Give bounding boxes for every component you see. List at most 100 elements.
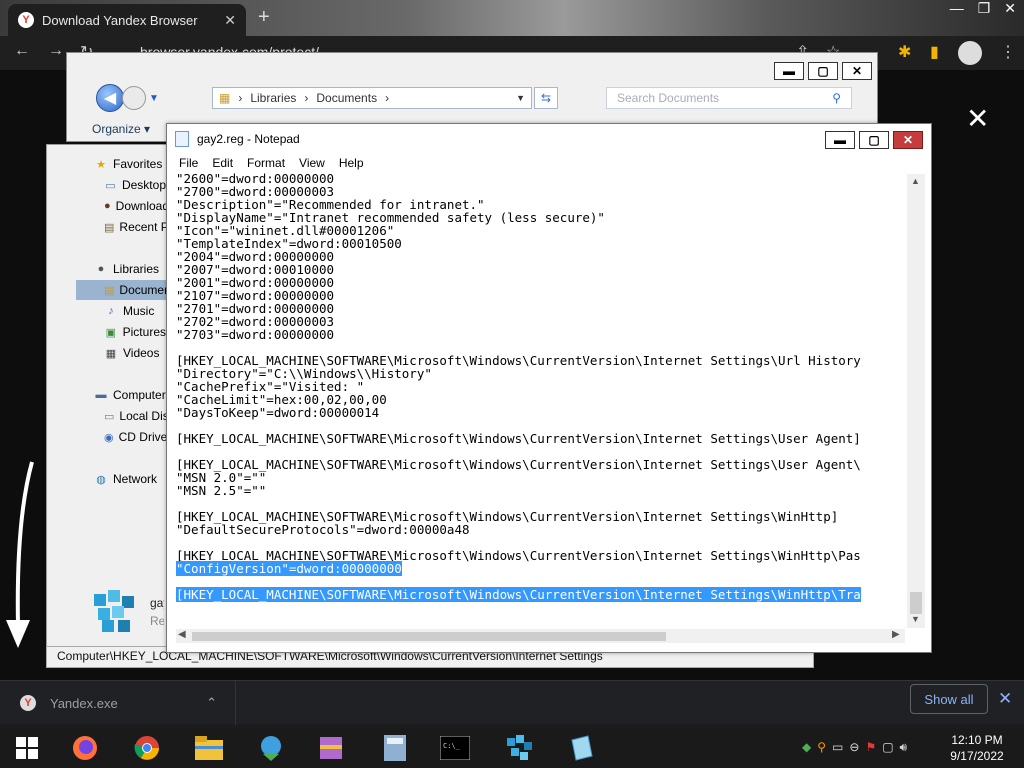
notepad-text-area[interactable]: "2600"=dword:00000000 "2700"=dword:000000… (176, 172, 906, 634)
chrome-icon[interactable] (132, 734, 162, 762)
close-shelf-icon[interactable]: ✕ (998, 689, 1012, 709)
nav-documents[interactable]: ▤ Documents (104, 283, 166, 297)
pictures-icon: ▣ (105, 326, 117, 339)
calculator-icon[interactable] (380, 734, 410, 762)
download-filename: Yandex.exe (50, 695, 118, 711)
scroll-right-icon[interactable]: ▶ (892, 629, 900, 640)
maximize-button[interactable]: ▢ (859, 131, 889, 149)
volume-icon[interactable]: 🔊︎ (900, 740, 908, 755)
idm-tray-icon[interactable]: ◆ (802, 740, 811, 755)
new-tab-icon[interactable]: + (258, 6, 270, 29)
organize-button[interactable]: Organize ▾ (92, 122, 150, 136)
search-tray-icon[interactable]: ⚲ (817, 740, 826, 755)
explorer-window-controls: ▬ ▢ ✕ (774, 62, 872, 80)
maximize-button[interactable]: ▢ (808, 62, 838, 80)
nav-music[interactable]: ♪ Music (104, 304, 166, 318)
taskbar-clock[interactable]: 12:10 PM 9/17/2022 (942, 732, 1012, 764)
scroll-down-icon[interactable]: ▼ (911, 614, 920, 624)
scroll-left-icon[interactable]: ◀ (178, 629, 186, 640)
explorer-nav-buttons: ◀ ▼ (96, 84, 159, 112)
close-tab-icon[interactable]: ✕ (224, 12, 236, 29)
nav-videos[interactable]: ▦ Videos (104, 346, 166, 360)
windows-start-icon[interactable] (12, 734, 42, 762)
back-arrow-icon[interactable]: ◀ (96, 84, 124, 112)
folder-icon: ▦ (219, 91, 231, 105)
internet-download-manager-icon[interactable] (256, 734, 286, 762)
menu-view[interactable]: View (299, 156, 325, 170)
explorer-search-input[interactable]: Search Documents ⚲ (606, 87, 852, 109)
file-explorer-icon[interactable] (194, 734, 224, 762)
menu-file[interactable]: File (179, 156, 198, 170)
extensions-icon[interactable]: ✱ (898, 42, 911, 62)
address-dropdown-icon[interactable]: ▼ (516, 93, 525, 103)
nav-local-disk[interactable]: ▭ Local Disk (104, 409, 166, 423)
profile-avatar[interactable] (958, 41, 982, 65)
maximize-icon[interactable]: ❐ (978, 0, 991, 17)
winrar-icon[interactable] (316, 734, 346, 762)
nav-cd-drive[interactable]: ◉ CD Drive (104, 430, 166, 444)
cd-drive-icon: ◉ (104, 431, 114, 444)
star-icon: ★ (96, 158, 106, 171)
menu-format[interactable]: Format (247, 156, 285, 170)
nav-music-label: Music (123, 304, 155, 318)
overlay-close-icon[interactable]: ✕ (966, 102, 989, 135)
flag-tray-icon[interactable]: ⚑ (865, 740, 876, 755)
vertical-scroll-thumb[interactable] (910, 592, 922, 614)
network-tray-icon[interactable]: ▭ (832, 740, 843, 755)
minimize-button[interactable]: ▬ (825, 131, 855, 149)
menu-edit[interactable]: Edit (212, 156, 233, 170)
nav-libraries[interactable]: ● Libraries (94, 262, 159, 276)
minimize-button[interactable]: ▬ (774, 62, 804, 80)
notification-tray-icon[interactable]: ⊖ (849, 740, 859, 755)
forward-arrow-icon[interactable] (122, 86, 146, 110)
refresh-icon[interactable]: ⇆ (534, 87, 558, 109)
command-prompt-icon[interactable]: C:\_ (440, 734, 470, 762)
close-button[interactable]: ✕ (893, 131, 923, 149)
nav-favorites[interactable]: ★ Favorites (94, 157, 162, 171)
nav-computer[interactable]: ▬ Computer (94, 388, 166, 402)
download-item[interactable]: Y Yandex.exe ⌃ (0, 681, 236, 725)
explorer-address-bar[interactable]: ▦ › Libraries › Documents › ▼ (212, 87, 532, 109)
close-button[interactable]: ✕ (842, 62, 872, 80)
horizontal-scrollbar[interactable]: ◀ ▶ (176, 629, 905, 643)
menu-help[interactable]: Help (339, 156, 364, 170)
show-all-button[interactable]: Show all (910, 684, 988, 714)
breadcrumb-sep-icon: › (385, 91, 390, 105)
vertical-scrollbar[interactable]: ▲ ▼ (907, 174, 925, 628)
browser-tab[interactable]: Y Download Yandex Browser ✕ (8, 4, 246, 36)
nav-network[interactable]: ◍ Network (94, 472, 157, 486)
registry-editor-icon[interactable] (504, 734, 534, 762)
nav-downloads[interactable]: ● Downloads (104, 199, 166, 213)
menu-icon[interactable]: ⋮ (1000, 42, 1016, 62)
history-dropdown-icon[interactable]: ▼ (149, 93, 159, 104)
text-line: [HKEY_LOCAL_MACHINE\SOFTWARE\Microsoft\W… (176, 457, 861, 472)
horizontal-scroll-thumb[interactable] (192, 632, 666, 641)
recent-places-icon: ▤ (104, 221, 115, 234)
close-icon[interactable]: ✕ (1004, 0, 1016, 17)
notepad-menu-bar: File Edit Format View Help (167, 154, 931, 172)
search-icon[interactable]: ⚲ (832, 91, 841, 105)
downloads-icon: ● (104, 200, 111, 212)
display-tray-icon[interactable]: ▢ (882, 740, 893, 755)
organize-label: Organize (92, 122, 141, 136)
nav-downloads-label: Downloads (115, 199, 166, 213)
network-icon: ◍ (96, 473, 106, 486)
chevron-up-icon[interactable]: ⌃ (206, 695, 217, 711)
breadcrumb-libraries[interactable]: Libraries (250, 91, 296, 105)
breadcrumb-sep-icon: › (304, 91, 309, 105)
nav-pictures[interactable]: ▣ Pictures (104, 325, 166, 339)
minimize-icon[interactable]: — (950, 0, 964, 17)
side-panel-icon[interactable]: ▮ (930, 42, 939, 62)
text-line: "ConfigVersion"=dword:00000000 (176, 561, 402, 576)
forward-icon[interactable]: → (48, 42, 64, 60)
nav-desktop[interactable]: ▭ Desktop (104, 178, 166, 192)
scroll-up-icon[interactable]: ▲ (911, 176, 920, 186)
firefox-icon[interactable] (70, 734, 100, 762)
back-icon[interactable]: ← (14, 42, 30, 60)
libraries-icon: ● (97, 263, 105, 275)
breadcrumb-documents[interactable]: Documents (316, 91, 377, 105)
svg-text:C:\_: C:\_ (443, 742, 461, 750)
nav-recent[interactable]: ▤ Recent Places (104, 220, 166, 234)
notepad-icon (175, 131, 189, 147)
notepad-taskbar-icon[interactable] (566, 734, 596, 762)
